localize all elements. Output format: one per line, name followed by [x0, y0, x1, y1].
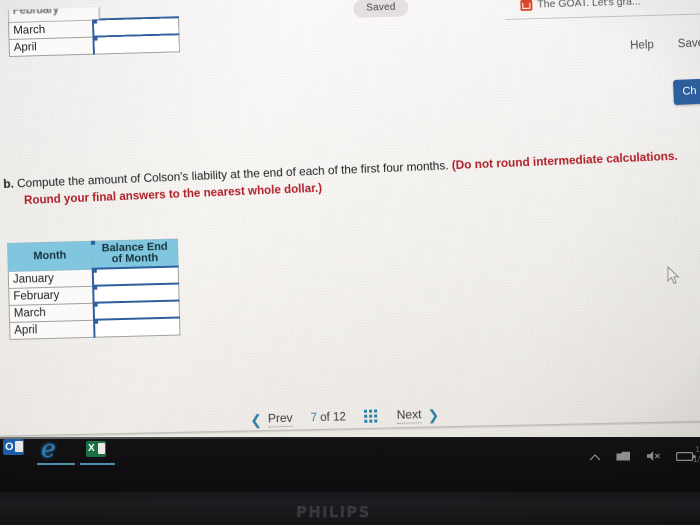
help-link[interactable]: Help [630, 39, 654, 52]
excel-page-accent [98, 443, 105, 454]
taskbar-excel-icon[interactable]: X [86, 441, 106, 457]
page-toolbar: Help Save [630, 37, 700, 52]
clock-time: 1 [695, 444, 700, 454]
monitor-photo: The GOAT. Let's gra... Saved Help Save C… [0, 0, 700, 525]
column-header-balance: Balance End of Month [91, 239, 179, 269]
prev-button[interactable]: ❮ Prev [250, 410, 293, 428]
next-label: Next [396, 407, 422, 424]
check-my-work-button[interactable]: Ch [673, 78, 700, 105]
prev-label: Prev [267, 410, 293, 428]
outlook-page-accent [15, 441, 23, 452]
network-icon[interactable] [616, 449, 631, 467]
clock-date: 1/ [692, 454, 700, 464]
save-link[interactable]: Save [678, 37, 700, 50]
mouse-cursor [667, 266, 680, 285]
taskbar-internet-explorer-icon[interactable]: e [41, 436, 71, 461]
chevron-left-icon: ❮ [250, 411, 263, 428]
taskbar-top-edge [0, 437, 700, 439]
answer-table-top: February March April [7, 4, 180, 56]
row-label-april-b: April [9, 319, 94, 339]
browser-tab-title: The GOAT. Let's gra... [537, 0, 641, 11]
monitor-brand-label: PHILIPS [296, 503, 371, 521]
system-tray [589, 449, 696, 467]
page-counter: 7 of 12 [310, 411, 346, 424]
total-pages-number: 12 [332, 411, 346, 424]
next-button[interactable]: Next ❯ [396, 406, 440, 424]
input-cell-april-b[interactable] [93, 317, 180, 337]
taskbar-excel-active-underline [80, 463, 115, 465]
excel-glyph: X [88, 443, 95, 454]
question-part-label: b. [3, 176, 15, 191]
column-header-month: Month [7, 241, 93, 271]
taskbar-clock[interactable]: 1 1/ [693, 444, 700, 464]
chevron-up-icon[interactable] [589, 449, 601, 467]
outlook-glyph: O [5, 441, 14, 453]
page-of-label: of [320, 411, 330, 425]
row-label-april: April [9, 36, 94, 56]
taskbar-ie-active-underline [37, 463, 75, 465]
taskbar-outlook-icon[interactable]: O [3, 439, 24, 455]
input-cell-april[interactable] [92, 34, 180, 54]
answer-table-bottom: Month Balance End of Month January Febru… [7, 239, 180, 340]
grid-view-icon[interactable] [363, 408, 379, 424]
status-badge-saved: Saved [353, 0, 409, 18]
tab-favicon-icon [520, 0, 533, 11]
column-header-balance-line2: of Month [111, 252, 159, 266]
chevron-right-icon: ❯ [427, 406, 440, 424]
current-page-number: 7 [310, 412, 318, 425]
volume-mute-icon[interactable] [646, 449, 661, 467]
table-bottom-grid: Month Balance End of Month January Febru… [7, 239, 180, 340]
